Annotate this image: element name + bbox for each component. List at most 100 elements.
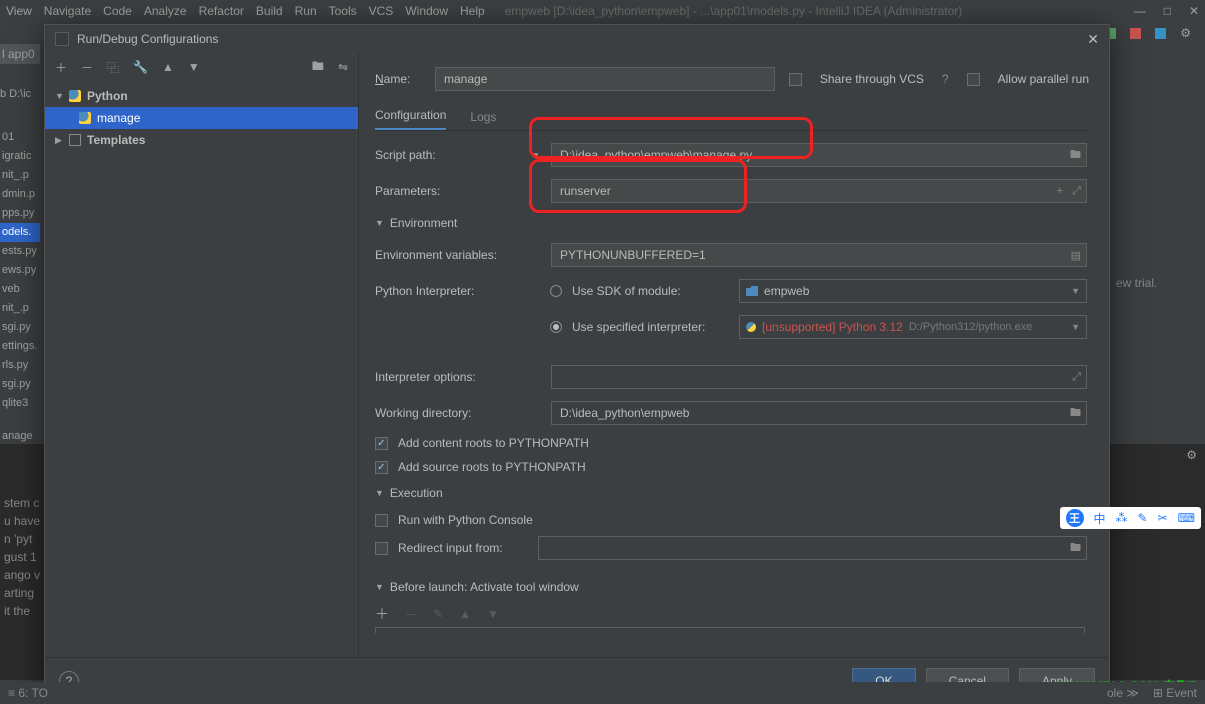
tree-manage[interactable]: manage: [45, 107, 358, 129]
menu-item[interactable]: Navigate: [44, 4, 91, 18]
ime-item[interactable]: 中: [1094, 510, 1106, 527]
maximize-icon[interactable]: □: [1164, 4, 1171, 18]
minimize-icon[interactable]: —: [1134, 4, 1146, 18]
up-icon[interactable]: ▲: [459, 607, 471, 621]
gear-icon[interactable]: ⚙: [1186, 446, 1197, 464]
add-icon[interactable]: ＋: [375, 604, 389, 624]
ime-item[interactable]: ⌨: [1178, 511, 1195, 525]
status-item[interactable]: ole ≫: [1107, 686, 1139, 700]
menu-item[interactable]: Analyze: [144, 4, 187, 18]
file-row[interactable]: sgi.py: [0, 318, 40, 337]
close-window-icon[interactable]: ✕: [1189, 4, 1199, 18]
file-row[interactable]: ests.py: [0, 242, 40, 261]
menu-item[interactable]: Code: [103, 4, 132, 18]
ime-item[interactable]: ✂: [1158, 511, 1168, 525]
down-icon[interactable]: ▼: [188, 60, 200, 74]
file-row[interactable]: rls.py: [0, 356, 40, 375]
ime-badge-icon[interactable]: 王: [1066, 509, 1084, 527]
tree-python[interactable]: ▼ Python: [45, 85, 358, 107]
browse-icon[interactable]: 🖿: [1070, 539, 1081, 558]
down-icon[interactable]: ▼: [487, 607, 499, 621]
file-row[interactable]: qlite3: [0, 394, 40, 413]
allow-parallel-checkbox[interactable]: [967, 73, 980, 86]
expand-icon[interactable]: ⤢: [1072, 185, 1081, 198]
interp-options-input[interactable]: [551, 365, 1087, 389]
menu-item[interactable]: VCS: [369, 4, 394, 18]
file-row[interactable]: sgi.py: [0, 375, 40, 394]
working-dir-input[interactable]: [551, 401, 1087, 425]
section-label: Execution: [390, 486, 443, 500]
remove-icon[interactable]: －: [405, 606, 417, 623]
ime-item[interactable]: ✎: [1138, 511, 1148, 525]
file-row[interactable]: ews.py: [0, 261, 40, 280]
menu-item[interactable]: Build: [256, 4, 283, 18]
close-icon[interactable]: ✕: [1087, 31, 1099, 48]
module-select[interactable]: empweb ▼: [739, 279, 1087, 303]
file-row[interactable]: dmin.p: [0, 185, 40, 204]
browse-icon[interactable]: 🖿: [1070, 146, 1081, 165]
file-row[interactable]: pps.py: [0, 204, 40, 223]
up-icon[interactable]: ▲: [162, 60, 174, 74]
tab-configuration[interactable]: Configuration: [375, 108, 446, 130]
browse-icon[interactable]: 🖿: [1070, 404, 1081, 423]
remove-icon[interactable]: －: [81, 59, 93, 76]
status-left[interactable]: ≡ 6: TO: [8, 686, 48, 700]
environment-section[interactable]: ▼ Environment: [375, 209, 1087, 237]
before-launch-section[interactable]: ▼ Before launch: Activate tool window: [375, 573, 1087, 601]
use-sdk-radio[interactable]: [550, 285, 562, 297]
menu-item[interactable]: Window: [405, 4, 448, 18]
env-vars-input[interactable]: [551, 243, 1087, 267]
wrench-icon[interactable]: 🔧: [133, 60, 148, 74]
name-input[interactable]: [435, 67, 775, 91]
file-row[interactable]: nit_.p: [0, 299, 40, 318]
plus-icon[interactable]: +: [1057, 185, 1063, 197]
script-path-input[interactable]: [551, 143, 1087, 167]
folder-icon[interactable]: 🖿: [312, 57, 324, 78]
menu-item[interactable]: View: [6, 4, 32, 18]
use-specified-label: Use specified interpreter:: [572, 320, 729, 334]
chevron-down-icon[interactable]: ▼: [531, 151, 541, 160]
gear-icon[interactable]: ⚙: [1180, 26, 1191, 40]
ime-item[interactable]: ⁂: [1116, 511, 1128, 525]
tree-label: Templates: [87, 133, 145, 147]
editor-tab[interactable]: l app0: [0, 44, 40, 64]
tree-label: Python: [87, 89, 128, 103]
add-icon[interactable]: ＋: [55, 59, 67, 76]
run-console-checkbox[interactable]: [375, 514, 388, 527]
menu-item[interactable]: Help: [460, 4, 485, 18]
menu-item[interactable]: Run: [295, 4, 317, 18]
file-row[interactable]: 01: [0, 128, 40, 147]
tab-logs[interactable]: Logs: [470, 110, 496, 130]
layout-icon[interactable]: [1155, 28, 1166, 39]
list-icon[interactable]: ▤: [1071, 249, 1081, 262]
menu-item[interactable]: Tools: [329, 4, 357, 18]
share-vcs-checkbox[interactable]: [789, 73, 802, 86]
add-source-label: Add source roots to PYTHONPATH: [398, 460, 586, 474]
file-row[interactable]: nit_.p: [0, 166, 40, 185]
add-source-checkbox[interactable]: [375, 461, 388, 474]
interpreter-select[interactable]: [unsupported] Python 3.12 D:/Python312/p…: [739, 315, 1087, 339]
file-row[interactable]: odels.: [0, 223, 40, 242]
project-files: 01 igratic nit_.p dmin.p pps.py odels. e…: [0, 128, 40, 446]
execution-section[interactable]: ▼ Execution: [375, 479, 1087, 507]
collapse-icon[interactable]: ⇋: [338, 60, 348, 74]
use-specified-radio[interactable]: [550, 321, 562, 333]
copy-icon[interactable]: ⿻: [107, 59, 119, 76]
add-content-checkbox[interactable]: [375, 437, 388, 450]
file-row[interactable]: igratic: [0, 147, 40, 166]
run-console-label: Run with Python Console: [398, 513, 533, 527]
help-icon[interactable]: ?: [942, 72, 949, 86]
redirect-checkbox[interactable]: [375, 542, 388, 555]
file-row[interactable]: veb: [0, 280, 40, 299]
menu-item[interactable]: Refactor: [199, 4, 244, 18]
edit-icon[interactable]: ✎: [433, 607, 443, 621]
stop-icon[interactable]: [1130, 28, 1141, 39]
parameters-input[interactable]: [551, 179, 1087, 203]
redirect-input[interactable]: [538, 536, 1087, 560]
tree-templates[interactable]: ▶ Templates: [45, 129, 358, 151]
ime-overlay[interactable]: 王 中 ⁂ ✎ ✂ ⌨: [1060, 507, 1201, 529]
script-path-label: Script path:: [375, 148, 521, 162]
expand-icon[interactable]: ⤢: [1072, 371, 1081, 384]
file-row[interactable]: ettings.: [0, 337, 40, 356]
status-item[interactable]: ⊞ Event: [1153, 686, 1197, 700]
